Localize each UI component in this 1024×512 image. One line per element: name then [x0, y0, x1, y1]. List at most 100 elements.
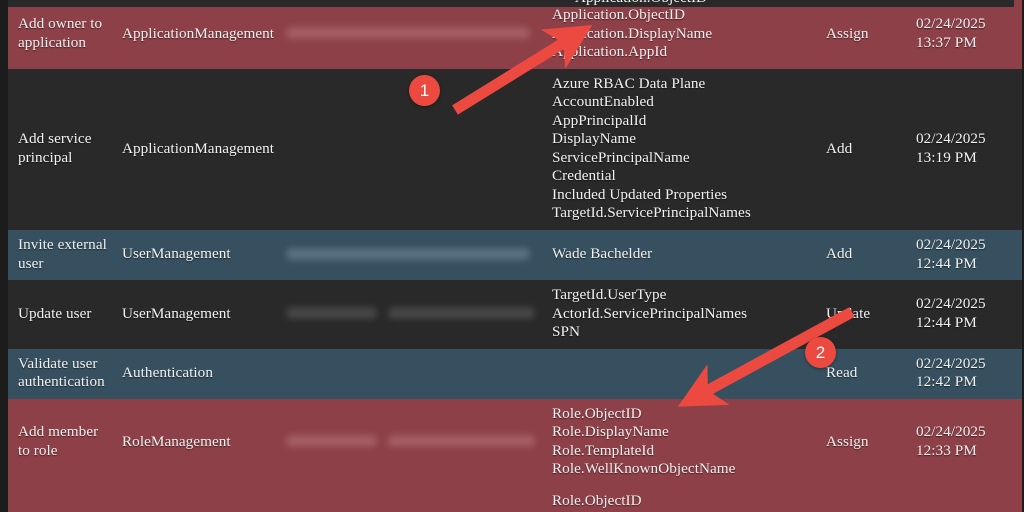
- cell-modified-properties: Wade Bachelder: [548, 230, 818, 281]
- cell-date: 02/24/202512:33 PM: [910, 486, 1022, 512]
- callout-badge-1: 1: [409, 75, 440, 106]
- cell-target: [278, 0, 548, 69]
- date-label: 02/24/2025: [916, 423, 986, 441]
- time-label: 12:44 PM: [916, 313, 977, 331]
- result-label: Add: [826, 139, 853, 157]
- clipped-previous-row-text: Application.ObjectID: [575, 0, 707, 7]
- category-label: UserManagement: [122, 304, 231, 322]
- modified-property-item: SPN: [552, 323, 581, 341]
- cell-category: ApplicationManagement: [116, 0, 278, 69]
- redaction-bar: [387, 435, 535, 448]
- table-row[interactable]: Add member to role RoleManagement Role.Obj…: [8, 398, 1022, 487]
- cell-target: [278, 280, 548, 349]
- cell-date: 02/24/2025 13:37 PM: [910, 0, 1022, 69]
- redacted-target-value: [286, 305, 540, 322]
- cell-target: [278, 486, 548, 512]
- cell-activity: Validate user authentication: [8, 348, 116, 399]
- table-row[interactable]: Add owner to application ApplicationManag…: [8, 0, 1022, 69]
- activity-label: Update user: [18, 304, 92, 322]
- modified-property-item: Role.WellKnownObjectName: [552, 460, 736, 478]
- modified-property-item: Application.AppId: [552, 43, 668, 61]
- redacted-target-value: [286, 246, 540, 263]
- result-label: Assign: [826, 432, 869, 450]
- activity-label: Add owner to application: [18, 15, 103, 51]
- cell-date: 02/24/2025 12:42 PM: [910, 348, 1022, 399]
- cell-date: 02/24/202512:33 PM: [910, 398, 1022, 487]
- category-label: Authentication: [122, 364, 213, 382]
- clipped-previous-row: Application.ObjectID: [8, 0, 1014, 7]
- redaction-bar: [286, 435, 378, 448]
- date-label: 02/24/2025: [916, 130, 986, 148]
- modified-property-item: ActorId.ServicePrincipalNames: [552, 304, 748, 322]
- table-row[interactable]: Invite external user UserManagement Wade B…: [8, 230, 1022, 281]
- modified-property-item: Application.DisplayName: [552, 24, 713, 42]
- table-row[interactable]: Validate user authentication Authenticati…: [8, 348, 1022, 399]
- table-row[interactable]: Add member to roleRoleManagementRole.Obj…: [8, 486, 1022, 512]
- table-row[interactable]: Update user UserManagement TargetId.UserTy…: [8, 280, 1022, 349]
- cell-target: [278, 398, 548, 487]
- cell-category: Authentication: [116, 348, 278, 399]
- time-label: 13:19 PM: [916, 148, 977, 166]
- cell-result: Assign: [818, 0, 910, 69]
- audit-log-screen: Add owner to application ApplicationManag…: [0, 0, 1024, 512]
- modified-property-item: AppPrincipalId: [552, 111, 647, 129]
- cell-category: RoleManagement: [116, 486, 278, 512]
- cell-category: ApplicationManagement: [116, 68, 278, 231]
- callout-badge-2-label: 2: [815, 342, 826, 362]
- cell-modified-properties: Azure RBAC Data Plane AccountEnabled AppPr…: [548, 68, 818, 231]
- date-label: 02/24/2025: [916, 354, 986, 372]
- activity-label: Invite external user: [18, 236, 107, 272]
- cell-modified-properties: TargetId.UserType ActorId.ServicePrincipa…: [548, 280, 818, 349]
- audit-log-table-body: Add owner to application ApplicationManag…: [8, 0, 1022, 512]
- cell-result: Update: [818, 280, 910, 349]
- date-label: 02/24/2025: [916, 15, 986, 33]
- modified-property-item: Application.ObjectID: [552, 6, 686, 23]
- time-label: 12:42 PM: [916, 373, 977, 391]
- cell-activity: Add member to role: [8, 398, 116, 487]
- time-label: 12:44 PM: [916, 254, 977, 272]
- audit-log-table-container[interactable]: Add owner to application ApplicationManag…: [0, 0, 1024, 512]
- category-label: RoleManagement: [122, 432, 231, 450]
- time-label: 12:33 PM: [916, 441, 977, 459]
- cell-date: 02/24/2025 12:44 PM: [910, 230, 1022, 281]
- redaction-bar: [286, 248, 530, 261]
- cell-activity: Update user: [8, 280, 116, 349]
- cell-category: RoleManagement: [116, 398, 278, 487]
- activity-label: Add member to role: [18, 423, 99, 459]
- modified-property-item: Azure RBAC Data Plane: [552, 74, 706, 92]
- modified-property-item: Wade Bachelder: [552, 245, 653, 263]
- date-label: 02/24/2025: [916, 295, 986, 313]
- modified-property-item: Role.TemplateId: [552, 441, 655, 459]
- cell-activity: Add service principal: [8, 68, 116, 231]
- category-label: ApplicationManagement: [122, 139, 275, 157]
- cell-result: Assign: [818, 486, 910, 512]
- cell-category: UserManagement: [116, 280, 278, 349]
- table-row[interactable]: Add service principal ApplicationManageme…: [8, 68, 1022, 231]
- audit-log-table: Add owner to application ApplicationManag…: [8, 0, 1022, 512]
- result-label: Read: [826, 364, 858, 382]
- cell-date: 02/24/2025 12:44 PM: [910, 280, 1022, 349]
- cell-modified-properties: Application.ObjectID Application.DisplayN…: [548, 0, 818, 69]
- cell-modified-properties: Role.ObjectIDRole.DisplayNameRole.Templa…: [548, 398, 818, 487]
- category-label: UserManagement: [122, 245, 231, 263]
- activity-label: Validate user authentication: [18, 354, 105, 391]
- modified-property-item: Role.DisplayName: [552, 423, 669, 441]
- modified-property-item: TargetId.UserType: [552, 286, 667, 304]
- callout-badge-1-label: 1: [419, 80, 430, 100]
- cell-date: 02/24/2025 13:19 PM: [910, 68, 1022, 231]
- cell-target: [278, 230, 548, 281]
- cell-result: Assign: [818, 398, 910, 487]
- modified-property-item: TargetId.ServicePrincipalNames: [552, 204, 751, 222]
- cell-activity: Invite external user: [8, 230, 116, 281]
- redaction-bar: [286, 307, 378, 320]
- date-label: 02/24/2025: [916, 236, 986, 254]
- callout-badge-2: 2: [805, 337, 836, 368]
- cell-activity: Add member to role: [8, 486, 116, 512]
- cell-result: Add: [818, 230, 910, 281]
- redaction-bar: [286, 27, 530, 40]
- redaction-bar: [387, 307, 535, 320]
- redacted-target-value: [286, 433, 540, 450]
- cell-modified-properties: [548, 348, 818, 399]
- cell-result: Add: [818, 68, 910, 231]
- cell-category: UserManagement: [116, 230, 278, 281]
